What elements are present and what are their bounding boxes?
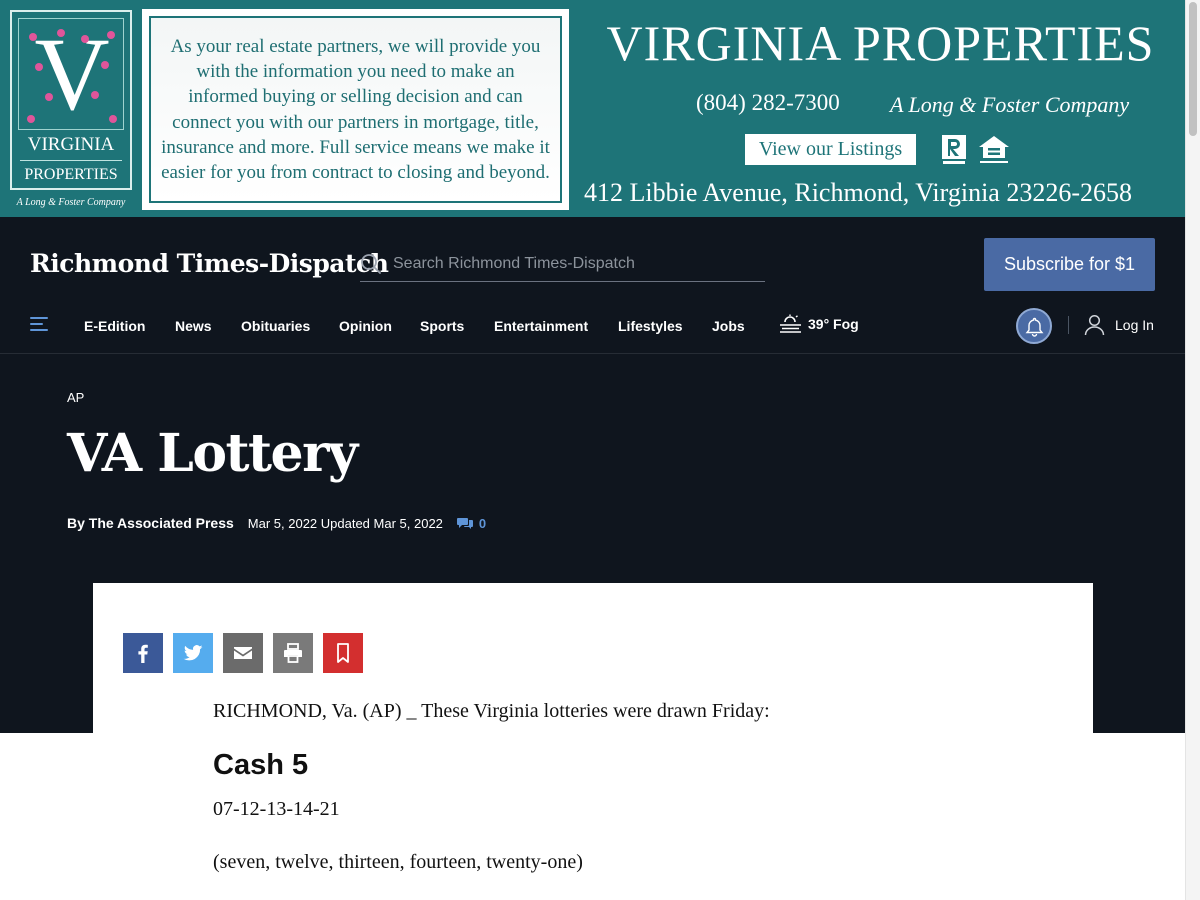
email-share-button[interactable] (223, 633, 263, 673)
bell-icon (1025, 317, 1044, 337)
nav-item-opinion[interactable]: Opinion (339, 318, 392, 334)
comments-icon (456, 518, 473, 529)
ad-phone: (804) 282-7300 (696, 90, 840, 115)
equal-housing-icon (979, 136, 1009, 163)
article-byline: By The Associated Press Mar 5, 2022 Upda… (67, 515, 486, 531)
article-lead: RICHMOND, Va. (AP) _ These Virginia lott… (213, 700, 770, 722)
section-label[interactable]: AP (67, 390, 84, 405)
ad-logo-name-line2: PROPERTIES (24, 166, 118, 183)
search-bar[interactable] (360, 247, 765, 282)
bookmark-button[interactable] (323, 633, 363, 673)
subscribe-button[interactable]: Subscribe for $1 (984, 238, 1155, 291)
advertisement-banner[interactable]: V VIRGINIA PROPERTIES A Long & Foster Co… (0, 0, 1185, 217)
ad-logo-divider (20, 160, 122, 161)
nav-item-obituaries[interactable]: Obituaries (241, 318, 310, 334)
bookmark-icon (337, 643, 349, 663)
hamburger-icon[interactable] (30, 316, 50, 332)
scrollbar-thumb[interactable] (1189, 2, 1197, 136)
nav-item-sports[interactable]: Sports (420, 318, 464, 334)
user-icon (1084, 314, 1105, 336)
print-button[interactable] (273, 633, 313, 673)
envelope-icon (234, 647, 252, 659)
weather-widget[interactable]: 39° Fog (779, 314, 859, 334)
heart-ornament-icon (45, 93, 53, 101)
nav-item-entertainment[interactable]: Entertainment (494, 318, 588, 334)
heart-ornament-icon (107, 31, 115, 39)
ad-logo-name-line1: VIRGINIA (27, 134, 115, 155)
comments-link[interactable]: 0 (456, 515, 487, 531)
ad-logo-emblem: V (18, 18, 124, 130)
nav-item-jobs[interactable]: Jobs (712, 318, 745, 334)
comment-count: 0 (478, 515, 487, 531)
heart-ornament-icon (35, 63, 43, 71)
ad-address: 412 Libbie Avenue, Richmond, Virginia 23… (584, 178, 1132, 207)
facebook-share-button[interactable] (123, 633, 163, 673)
heart-ornament-icon (29, 33, 37, 41)
heart-ornament-icon (57, 29, 65, 37)
nav-divider (1068, 316, 1069, 334)
search-input[interactable] (393, 251, 763, 277)
ad-company-tagline: A Long & Foster Company (890, 92, 1130, 117)
view-listings-button[interactable]: View our Listings (745, 134, 916, 165)
realtor-r-icon (942, 135, 966, 164)
site-logo[interactable]: Richmond Times-Dispatch (30, 249, 389, 278)
article-body: RICHMOND, Va. (AP) _ These Virginia lott… (93, 583, 1093, 900)
nav-item-lifestyles[interactable]: Lifestyles (618, 318, 683, 334)
heart-ornament-icon (109, 115, 117, 123)
fog-icon (780, 314, 801, 333)
share-toolbar (123, 633, 363, 673)
ad-message-text: As your real estate partners, we will pr… (161, 35, 550, 184)
page-scrollbar[interactable] (1185, 0, 1200, 900)
lottery-numbers-words: (seven, twelve, thirteen, fourteen, twen… (213, 851, 583, 873)
login-link[interactable]: Log In (1084, 314, 1154, 336)
notifications-button[interactable] (1016, 308, 1052, 344)
twitter-share-button[interactable] (173, 633, 213, 673)
ad-logo-tagline: A Long & Foster Company (16, 197, 126, 208)
login-label: Log In (1115, 317, 1154, 333)
weather-text: 39° Fog (808, 316, 859, 332)
heart-ornament-icon (91, 91, 99, 99)
heart-ornament-icon (101, 61, 109, 69)
search-icon[interactable] (360, 253, 382, 275)
nav-item-news[interactable]: News (175, 318, 212, 334)
main-navigation: E-Edition News Obituaries Opinion Sports… (0, 308, 1185, 354)
printer-icon (284, 643, 302, 663)
byline-author[interactable]: By The Associated Press (67, 515, 234, 531)
facebook-icon (138, 644, 148, 663)
byline-dates: Mar 5, 2022 Updated Mar 5, 2022 (247, 515, 443, 531)
lottery-game-title: Cash 5 (213, 749, 309, 781)
ad-logo: V VIRGINIA PROPERTIES (10, 10, 132, 190)
heart-ornament-icon (81, 35, 89, 43)
nav-item-e-edition[interactable]: E-Edition (84, 318, 145, 334)
article-headline: VA Lottery (67, 423, 358, 484)
heart-ornament-icon (27, 115, 35, 123)
twitter-icon (183, 645, 203, 661)
ad-brand-name: VIRGINIA PROPERTIES (606, 15, 1155, 71)
lottery-numbers: 07-12-13-14-21 (213, 798, 340, 820)
ad-message-box: As your real estate partners, we will pr… (142, 9, 569, 210)
